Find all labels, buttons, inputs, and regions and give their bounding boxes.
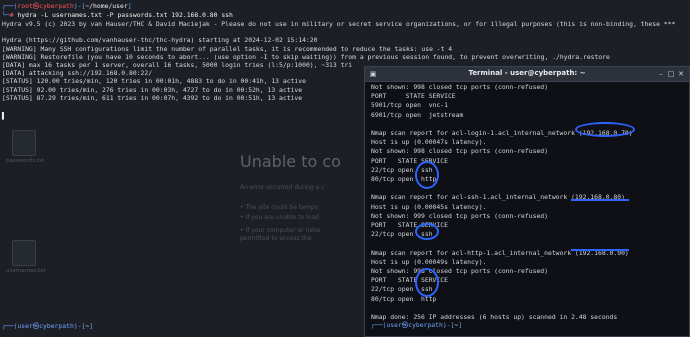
prompt-user: user (17, 322, 33, 330)
browser-error-line: permitted to access the (240, 235, 312, 242)
service-circle-annotation (415, 161, 439, 189)
browser-error-line: • If you are unable to load (240, 214, 319, 221)
hydra-command: hydra -L usernames.txt -P passwords.txt … (17, 11, 233, 19)
user-prompt-header-back: ┌──(user㉿cyberpath)-[~] (2, 322, 94, 330)
terminal-output-line: PORT STATE SERVICE (371, 156, 448, 165)
ip-circle-annotation (575, 122, 635, 137)
prompt-host: cyberpath (408, 321, 443, 329)
terminal-output-line: Hydra v9.5 (c) 2023 by van Hauser/THC & … (2, 20, 676, 28)
maximize-icon[interactable]: □ (667, 70, 675, 78)
ip-underline-annotation (571, 199, 629, 201)
terminal-output-line: Nmap done: 256 IP addresses (6 hosts up)… (371, 313, 618, 321)
service-circle-annotation (415, 268, 439, 297)
terminal-output-line: [WARNING] Restorefile (you have 10 secon… (2, 52, 610, 61)
service-circle-annotation (415, 223, 439, 240)
prompt-host: cyberpath (39, 2, 74, 10)
prompt-host: cyberpath (39, 322, 74, 330)
terminal-output-line: Not shown: 998 closed tcp ports (conn-re… (371, 83, 548, 91)
terminal-output-line: Not shown: 998 closed tcp ports (conn-re… (371, 147, 548, 156)
browser-error-line: An error occurred during a c (240, 184, 325, 191)
prompt-path: ~/home/user (85, 2, 128, 10)
window-title: Terminal - user@cyberpath: ~ (468, 69, 586, 77)
terminal-output-line: Host is up (0.00047s latency). (371, 138, 487, 147)
terminal-output-line: [STATUS] 87.29 tries/min, 611 tries in 0… (2, 93, 303, 102)
terminal-output-line: [STATUS] 120.00 tries/min, 120 tries in … (2, 77, 306, 86)
terminal-output-line: Not shown: 999 closed tcp ports (conn-re… (371, 211, 548, 220)
root-prompt-header: ┌──(root㉿cyberpath)-[~/home/user] (2, 2, 132, 10)
nmap-terminal-window[interactable]: ▣ Terminal - user@cyberpath: ~ – □ ✕ Not… (364, 66, 690, 337)
cursor-line: ▌ (2, 112, 6, 120)
terminal-output-line: Host is up (0.00045s latency). (371, 202, 487, 211)
browser-error-title: Unable to co (240, 152, 341, 171)
file-icon[interactable] (12, 130, 36, 156)
close-icon[interactable]: ✕ (677, 70, 685, 78)
window-titlebar[interactable]: ▣ Terminal - user@cyberpath: ~ – □ ✕ (365, 67, 689, 82)
user-prompt-header: ┌──(user㉿cyberpath)-[~] (371, 321, 463, 329)
terminal-output-line: 5901/tcp open vnc-1 (371, 101, 448, 110)
terminal-output-line: 6901/tcp open jetstream (371, 110, 464, 119)
terminal-output-line: [STATUS] 92.00 tries/min, 276 tries in 0… (2, 85, 303, 94)
browser-error-line: • The site could be tempo (240, 204, 319, 211)
terminal-output-line: Not shown: 998 closed tcp ports (conn-re… (371, 267, 548, 275)
hydra-command-line: └─# hydra -L usernames.txt -P passwords.… (2, 11, 233, 19)
ip-underline-annotation (571, 249, 629, 251)
prompt-user: root (17, 2, 33, 10)
file-icon[interactable] (12, 240, 36, 266)
prompt-user: user (386, 321, 402, 329)
desktop-icon-label: passwords.txt (6, 158, 45, 164)
terminal-output-line: [DATA] attacking ssh://192.168.0.80:22/ (2, 69, 153, 78)
minimize-icon[interactable]: – (657, 70, 665, 78)
terminal-output-line: [DATA] max 16 tasks per 1 server, overal… (2, 61, 353, 69)
desktop-icon-label: usernames.txt (6, 268, 46, 274)
terminal-output-line: Host is up (0.00049s latency). (371, 257, 487, 266)
terminal-output-line: [WARNING] Many SSH configurations limit … (2, 44, 453, 53)
terminal-output-line: Hydra (https://github.com/vanhauser-thc/… (2, 36, 318, 45)
terminal-output-line: PORT STATE SERVICE (371, 92, 456, 101)
